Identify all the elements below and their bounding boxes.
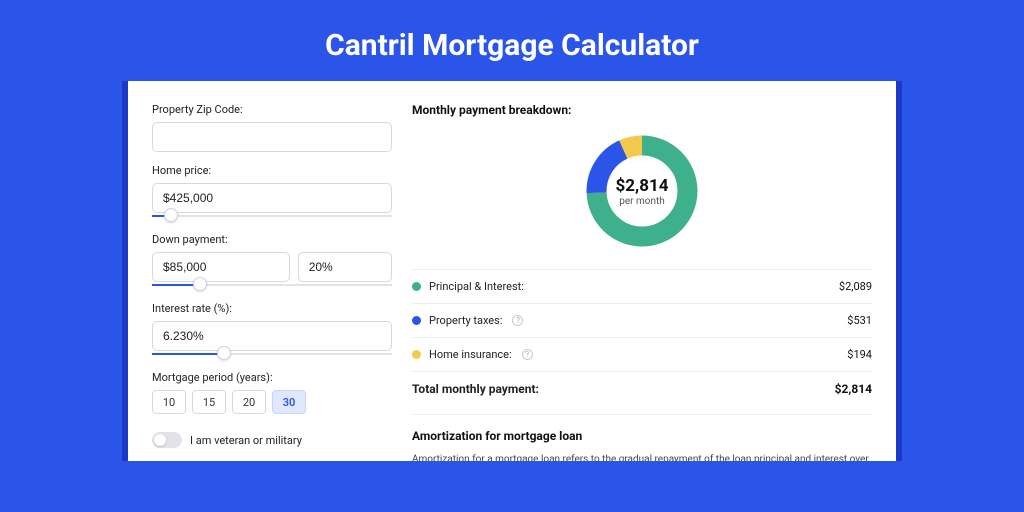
interest-label: Interest rate (%): (152, 302, 392, 315)
total-label: Total monthly payment: (412, 382, 539, 396)
legend-label: Property taxes: (429, 314, 502, 327)
down-payment-amount-input[interactable] (152, 252, 290, 282)
form-panel: Property Zip Code: Home price: Down paym… (152, 103, 392, 461)
period-btn-20[interactable]: 20 (232, 390, 266, 414)
donut-chart: $2,814 per month (582, 131, 702, 251)
info-icon[interactable]: ? (522, 349, 533, 360)
period-btn-15[interactable]: 15 (192, 390, 226, 414)
donut-sub: per month (619, 196, 665, 207)
veteran-toggle[interactable] (152, 432, 182, 448)
legend-value: $531 (847, 314, 872, 327)
down-payment-percent-input[interactable] (298, 252, 392, 282)
info-icon[interactable]: ? (512, 315, 523, 326)
breakdown-panel: Monthly payment breakdown: $2,814 per mo… (412, 103, 872, 461)
home-price-input[interactable] (152, 183, 392, 213)
period-label: Mortgage period (years): (152, 371, 392, 384)
slider-thumb[interactable] (193, 277, 207, 291)
slider-thumb[interactable] (164, 208, 178, 222)
veteran-row: I am veteran or military (152, 432, 392, 448)
amortization-section: Amortization for mortgage loan Amortizat… (412, 414, 872, 461)
down-payment-group: Down payment: (152, 233, 392, 290)
donut-chart-wrap: $2,814 per month (412, 117, 872, 269)
interest-input[interactable] (152, 321, 392, 351)
down-payment-label: Down payment: (152, 233, 392, 246)
legend-dot-icon (412, 282, 421, 291)
amortization-title: Amortization for mortgage loan (412, 429, 872, 443)
legend-total-row: Total monthly payment: $2,814 (412, 371, 872, 406)
legend-row: Principal & Interest: $2,089 (412, 270, 872, 303)
period-options: 10152030 (152, 390, 392, 414)
total-value: $2,814 (835, 382, 872, 396)
calculator-card: Property Zip Code: Home price: Down paym… (128, 81, 896, 461)
period-btn-30[interactable]: 30 (272, 390, 306, 414)
legend-label: Principal & Interest: (429, 280, 524, 293)
interest-slider[interactable] (152, 349, 392, 359)
period-group: Mortgage period (years): 10152030 (152, 371, 392, 414)
zip-label: Property Zip Code: (152, 103, 392, 116)
period-btn-10[interactable]: 10 (152, 390, 186, 414)
legend-dot-icon (412, 316, 421, 325)
legend-row: Property taxes:? $531 (412, 303, 872, 337)
breakdown-title: Monthly payment breakdown: (412, 103, 872, 117)
legend-value: $2,089 (839, 280, 872, 293)
calculator-frame: Property Zip Code: Home price: Down paym… (122, 81, 902, 461)
donut-amount: $2,814 (616, 176, 669, 196)
zip-input[interactable] (152, 122, 392, 152)
down-payment-slider[interactable] (152, 280, 392, 290)
legend-label: Home insurance: (429, 348, 512, 361)
interest-group: Interest rate (%): (152, 302, 392, 359)
slider-thumb[interactable] (217, 346, 231, 360)
zip-group: Property Zip Code: (152, 103, 392, 152)
legend-dot-icon (412, 350, 421, 359)
veteran-label: I am veteran or military (190, 434, 302, 447)
home-price-label: Home price: (152, 164, 392, 177)
page-title: Cantril Mortgage Calculator (0, 0, 1024, 81)
legend-row: Home insurance:? $194 (412, 337, 872, 371)
amortization-text: Amortization for a mortgage loan refers … (412, 453, 872, 461)
home-price-slider[interactable] (152, 211, 392, 221)
legend-value: $194 (847, 348, 872, 361)
legend: Principal & Interest: $2,089 Property taxe… (412, 269, 872, 406)
home-price-group: Home price: (152, 164, 392, 221)
